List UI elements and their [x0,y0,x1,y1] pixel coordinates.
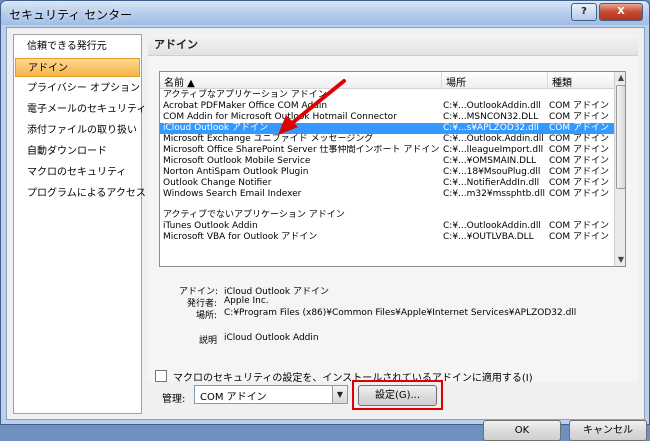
panel-title: アドイン [148,34,638,56]
row-type: COM アドイン [549,156,609,166]
help-icon[interactable]: ? [571,3,597,21]
security-center-dialog: セキュリティ センター ? X 信頼できる発行元 アドインプライバシー オプション… [0,0,650,441]
row-type: COM アドイン [549,134,609,144]
manage-label: 管理: [162,394,186,405]
manage-select[interactable]: COM アドイン ▼ [194,385,348,404]
nav-item[interactable]: 自動ダウンロード [15,142,140,161]
row-location: C:¥...NotifierAddIn.dll [443,178,540,188]
nav-item[interactable]: プログラムによるアクセス [15,184,146,203]
row-name: Acrobat PDFMaker Office COM Addin [163,101,328,111]
nav-item[interactable]: アドイン [15,58,140,77]
list-section-header: アクティブなアプリケーション アドイン [163,90,327,100]
table-row[interactable]: Outlook Change Notifier C:¥...NotifierAdd… [160,178,614,189]
list-section-header: アクティブでないアプリケーション アドイン [163,210,345,220]
row-name: Microsoft Exchange ユニファイド メッセージング [163,134,374,144]
row-location: C:¥...s¥APLZOD32.dll [443,123,539,133]
column-type[interactable]: 種類 [552,74,572,89]
nav-item[interactable]: マクロのセキュリティ [15,163,140,182]
scroll-up-icon[interactable]: ▲ [615,72,625,84]
row-type: COM アドイン [549,221,609,231]
manage-select-value: COM アドイン [200,392,267,403]
row-location: C:¥...lleagueImport.dll [443,145,544,155]
nav-item[interactable]: 添付ファイルの取り扱い [15,121,140,140]
row-location: C:¥...Outlook.Addin.dll [443,134,544,144]
row-name: Microsoft VBA for Outlook アドイン [163,232,318,242]
dialog-body: 信頼できる発行元 アドインプライバシー オプション 電子メールのセキュリティ 添付ファ… [6,27,647,441]
column-header: 名前 ▲ 場所 種類 [160,72,614,89]
row-name: iTunes Outlook Addin [163,221,258,231]
chevron-down-icon[interactable]: ▼ [332,386,347,403]
table-row[interactable]: iCloud Outlook アドイン C:¥...s¥APLZOD32.dll C… [160,123,614,134]
row-location: C:¥...18¥MsouPlug.dll [443,167,541,177]
table-row[interactable]: Microsoft VBA for Outlook アドイン C:¥...¥OUT… [160,232,614,243]
table-row[interactable]: Norton AntiSpam Outlook Plugin C:¥...18¥M… [160,167,614,178]
highlight-box [352,380,443,410]
addin-list[interactable]: 名前 ▲ 場所 種類 アクティブなアプリケーション アドイン Acrobat PD… [159,71,626,267]
table-row[interactable]: Microsoft Office SharePoint Server 仕事仲間イ… [160,145,614,156]
row-type: COM アドイン [549,189,609,199]
column-location[interactable]: 場所 [446,74,466,89]
scroll-down-icon[interactable]: ▼ [615,254,625,266]
window-title: セキュリティ センター [9,8,133,22]
row-type: COM アドイン [549,167,609,177]
row-type: COM アドイン [549,112,609,122]
title-bar: セキュリティ センター ? X [1,1,649,25]
table-row[interactable]: iTunes Outlook Addin C:¥...OutlookAddin.d… [160,221,614,232]
row-name: Microsoft Office SharePoint Server 仕事仲間イ… [163,145,440,155]
row-location: C:¥...¥OMSMAIN.DLL [443,156,537,166]
row-type: COM アドイン [549,123,609,133]
table-row[interactable]: COM Addin for Microsoft Outlook Hotmail … [160,112,614,123]
row-name: iCloud Outlook アドイン [163,123,268,133]
category-list: 信頼できる発行元 アドインプライバシー オプション 電子メールのセキュリティ 添付ファ… [13,34,146,414]
cancel-button[interactable]: キャンセル [569,420,647,441]
close-icon[interactable]: X [599,3,643,21]
row-name: Windows Search Email Indexer [163,189,302,199]
nav-item[interactable]: 電子メールのセキュリティ [15,100,146,119]
list-scrollbar[interactable]: ▲ ▼ [614,72,625,266]
row-type: COM アドイン [549,145,609,155]
row-name: Outlook Change Notifier [163,178,272,188]
row-type: COM アドイン [549,178,609,188]
row-type: COM アドイン [549,101,609,111]
row-name: COM Addin for Microsoft Outlook Hotmail … [163,112,397,122]
row-location: C:¥...MSNCON32.DLL [443,112,539,122]
macro-security-checkbox[interactable] [155,370,167,382]
table-row[interactable]: Windows Search Email Indexer C:¥...m32¥ms… [160,189,614,200]
row-location: C:¥...m32¥mssphtb.dll [443,189,545,199]
row-location: C:¥...OutlookAddin.dll [443,221,541,231]
scroll-thumb[interactable] [616,85,625,189]
addins-panel: アドイン 名前 ▲ 場所 種類 アクティブなアプリケーション アドイン Acrob… [148,34,638,384]
row-location: C:¥...OutlookAddin.dll [443,101,541,111]
nav-item[interactable]: プライバシー オプション [15,79,140,98]
row-name: Microsoft Outlook Mobile Service [163,156,311,166]
row-name: Norton AntiSpam Outlook Plugin [163,167,309,177]
table-row[interactable]: Microsoft Outlook Mobile Service C:¥...¥O… [160,156,614,167]
row-location: C:¥...¥OUTLVBA.DLL [443,232,534,242]
ok-button[interactable]: OK [483,420,561,441]
row-type: COM アドイン [549,232,609,242]
table-row[interactable]: Microsoft Exchange ユニファイド メッセージング C:¥...O… [160,134,614,145]
table-row[interactable]: Acrobat PDFMaker Office COM Addin C:¥...O… [160,101,614,112]
column-name[interactable]: 名前 ▲ [164,74,195,89]
nav-item[interactable]: 信頼できる発行元 [15,37,140,56]
